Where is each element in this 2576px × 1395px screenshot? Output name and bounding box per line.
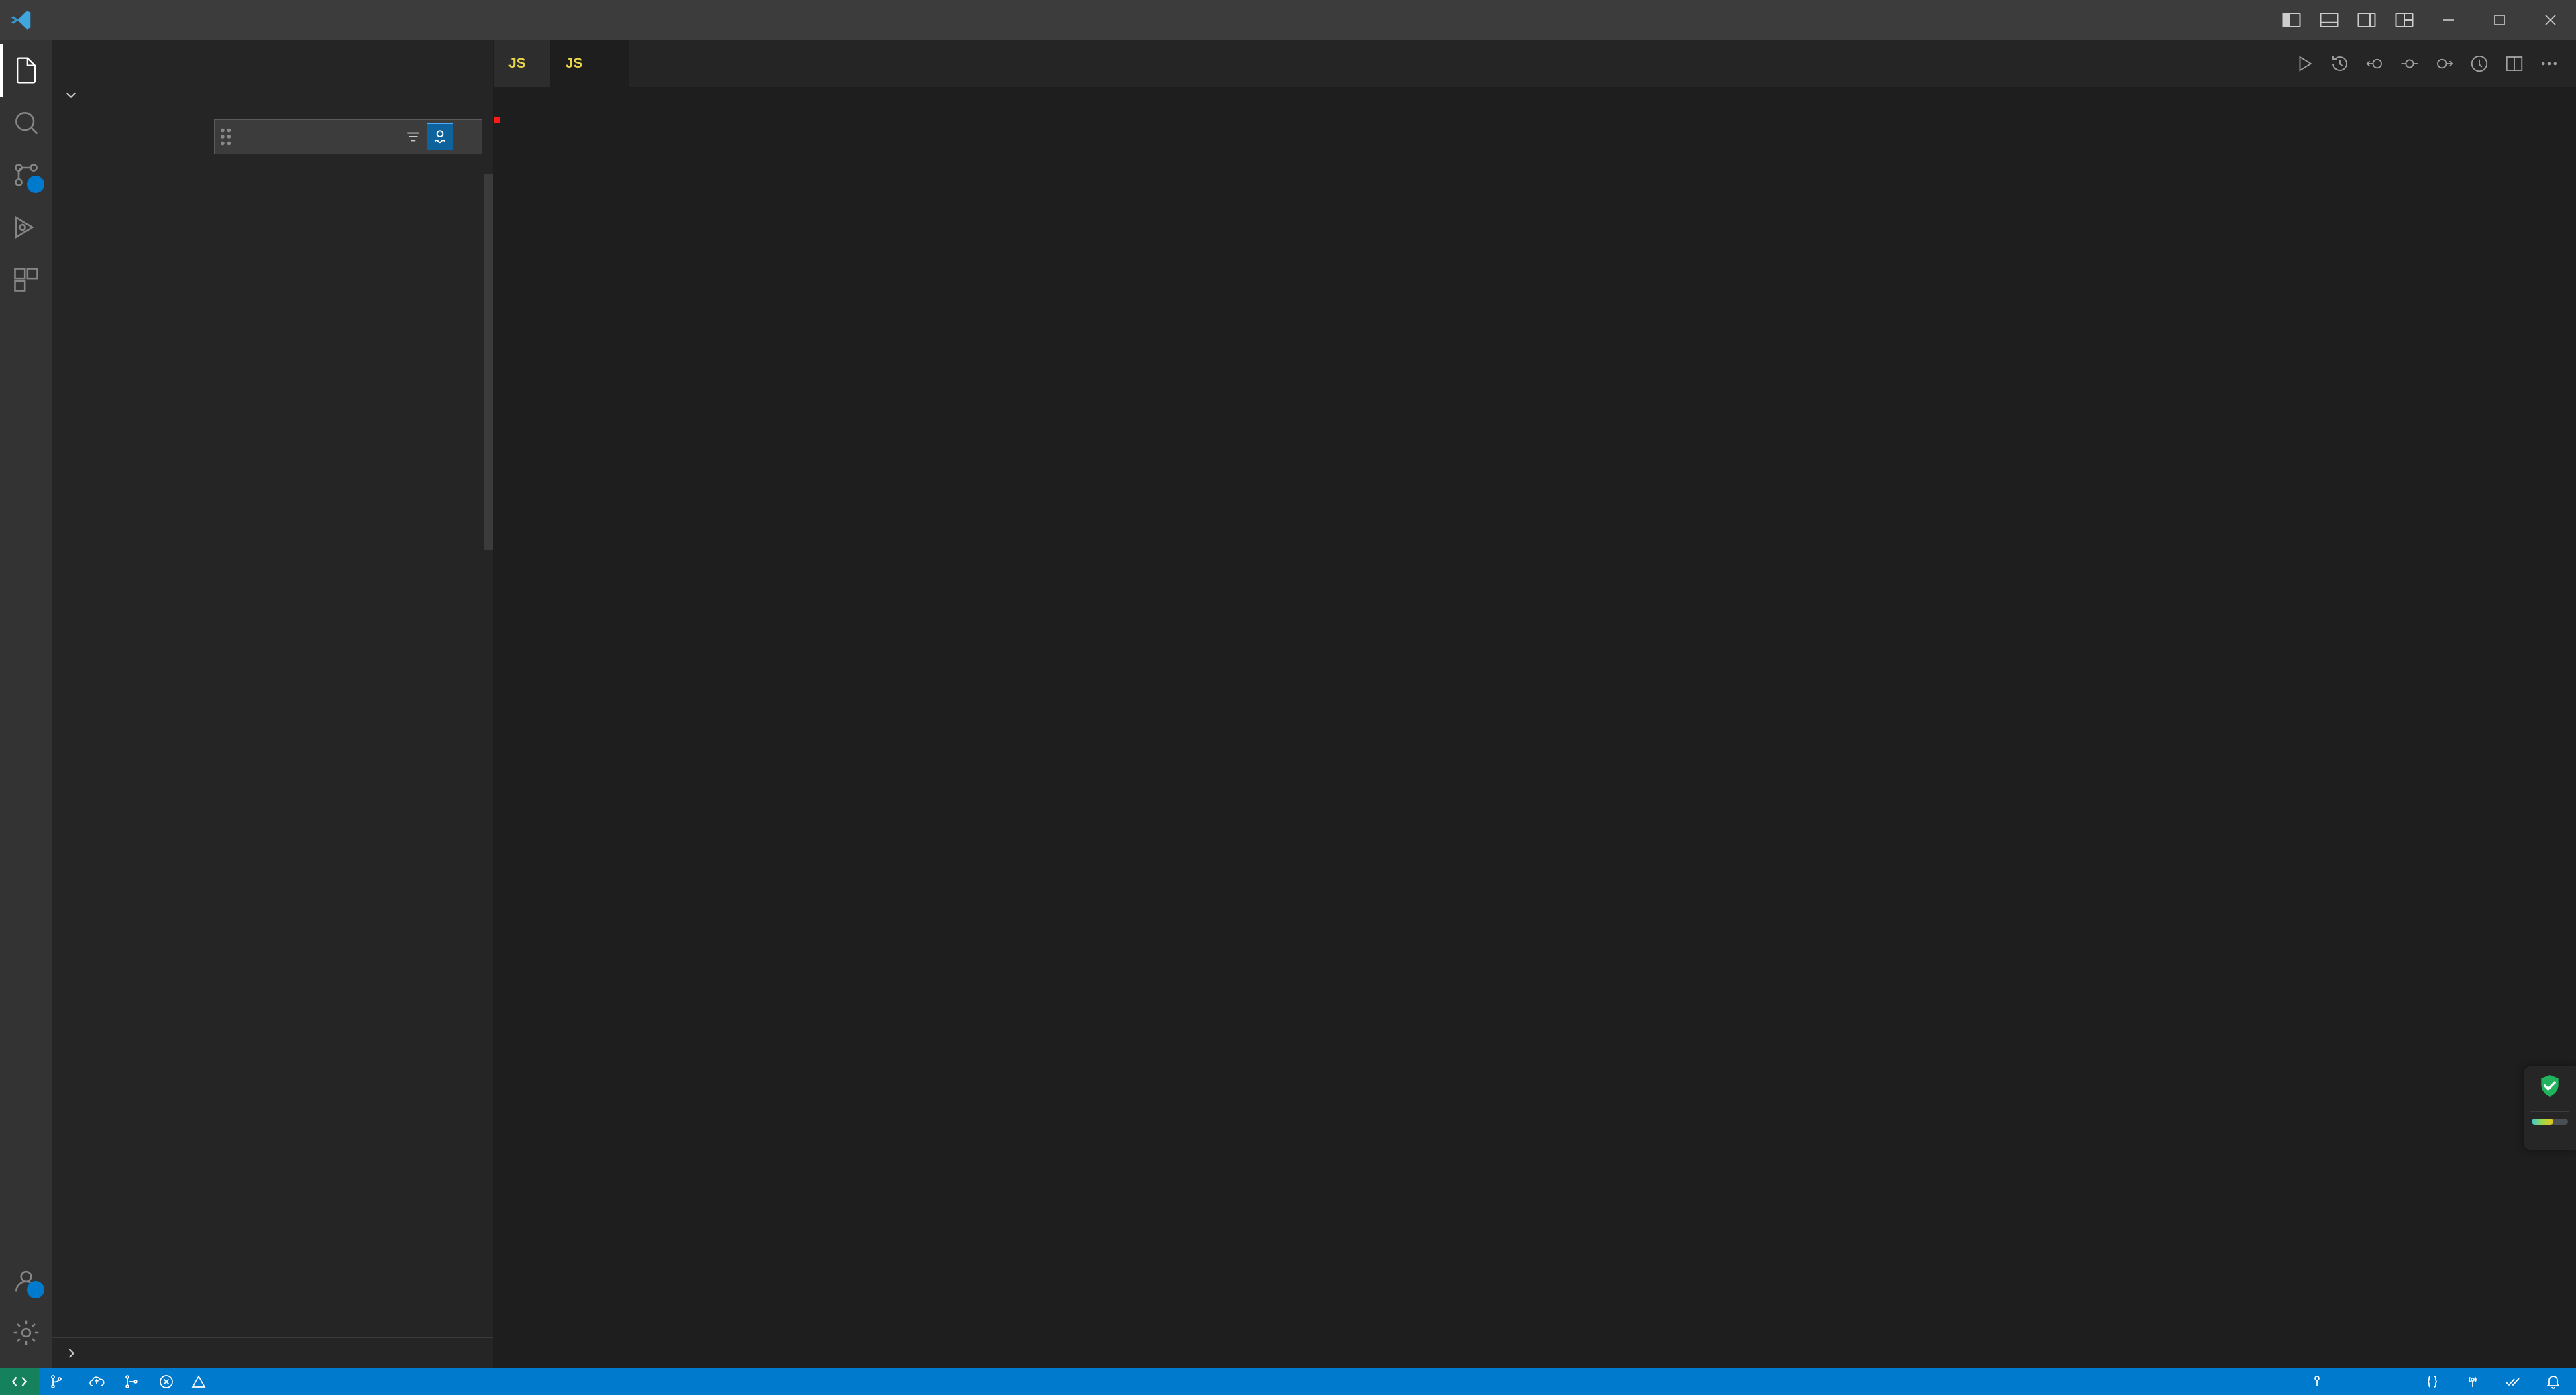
run-icon[interactable] (2288, 40, 2322, 87)
system-monitor-widget[interactable] (2524, 1066, 2576, 1150)
error-icon (160, 1375, 173, 1388)
status-bar-right (2300, 1368, 2576, 1395)
status-sync[interactable] (79, 1368, 114, 1395)
extensions-icon (14, 268, 38, 292)
status-git-blame[interactable] (2300, 1368, 2340, 1395)
fuzzy-match-icon[interactable] (427, 123, 453, 150)
status-indentation[interactable] (2359, 1368, 2377, 1395)
annotation-rectangle (494, 117, 500, 123)
workbench-body: JS JS (0, 40, 2576, 1368)
status-bar (0, 1368, 2576, 1395)
accounts-badge (27, 1281, 44, 1298)
activity-item-accounts[interactable] (0, 1254, 52, 1306)
branch-icon (51, 1375, 62, 1388)
tree-filter-input[interactable] (246, 127, 394, 146)
run-debug-icon (15, 216, 34, 239)
tree-filter-input-wrap[interactable] (240, 120, 400, 154)
tree-filter-box[interactable] (214, 119, 482, 154)
warning-icon (191, 1375, 206, 1388)
activity-bar (0, 40, 52, 1368)
status-remote-indicator[interactable] (0, 1368, 39, 1395)
editor-tab-bar: JS JS (494, 40, 2576, 87)
activity-item-run-debug[interactable] (0, 201, 52, 254)
cpu-usage-bar (2532, 1119, 2568, 1125)
go-back-icon[interactable] (2357, 40, 2392, 87)
status-git-graph[interactable] (221, 1368, 240, 1395)
activity-item-explorer[interactable] (0, 44, 52, 97)
code-editor[interactable] (494, 117, 2576, 1368)
status-branch-compare[interactable] (114, 1368, 149, 1395)
braces-icon (2427, 1376, 2438, 1388)
toggle-secondary-sidebar-icon[interactable] (2348, 0, 2385, 40)
title-bar (0, 0, 2576, 40)
tab-state-js[interactable]: JS (550, 40, 629, 87)
customize-layout-icon[interactable] (2385, 0, 2423, 40)
minimize-button[interactable] (2423, 0, 2474, 40)
overview-ruler[interactable] (2560, 117, 2576, 1368)
activity-item-settings[interactable] (0, 1306, 52, 1359)
vscode-logo-icon (0, 9, 42, 32)
close-button[interactable] (2525, 0, 2576, 40)
compare-icon[interactable] (2462, 40, 2497, 87)
explorer-root-section[interactable] (52, 80, 493, 108)
status-prettier[interactable] (2496, 1368, 2536, 1395)
editor-area: JS JS (494, 40, 2576, 1368)
gear-icon (13, 1320, 39, 1345)
history-icon[interactable] (2322, 40, 2357, 87)
monitor-divider (2530, 1111, 2569, 1112)
sidebar-scrollbar[interactable] (484, 174, 493, 550)
commit-dot-icon[interactable] (2392, 40, 2427, 87)
cloud-upload-icon (89, 1376, 105, 1386)
code-scroll-area[interactable] (494, 117, 2560, 1368)
status-cursor-position[interactable] (2340, 1368, 2359, 1395)
branch-compare-icon (125, 1375, 138, 1388)
status-encoding[interactable] (2377, 1368, 2396, 1395)
chevron-down-icon (62, 88, 80, 101)
tab-index-js[interactable]: JS (494, 40, 551, 87)
search-icon (15, 112, 38, 135)
files-icon (16, 57, 36, 84)
status-go-live[interactable] (2455, 1368, 2496, 1395)
file-tree[interactable] (52, 108, 493, 1337)
js-file-icon: JS (565, 56, 583, 71)
drag-grip-icon[interactable] (215, 124, 240, 150)
status-problems[interactable] (149, 1368, 221, 1395)
activity-item-source-control[interactable] (0, 149, 52, 201)
npm-scripts-section[interactable] (52, 1337, 493, 1368)
filter-mode-icon[interactable] (400, 123, 427, 150)
js-file-icon: JS (508, 56, 526, 71)
go-forward-icon[interactable] (2427, 40, 2462, 87)
chevron-right-icon (62, 1347, 80, 1360)
status-notifications[interactable] (2536, 1368, 2576, 1395)
shield-check-icon (2537, 1073, 2563, 1102)
toggle-panel-icon[interactable] (2310, 0, 2348, 40)
check-check-icon (2506, 1378, 2520, 1386)
sidebar-header (52, 40, 493, 80)
broadcast-icon (2469, 1376, 2477, 1387)
layout-controls[interactable] (2273, 0, 2423, 40)
remote-icon (11, 1376, 28, 1387)
title-bar-right (2273, 0, 2576, 40)
person-icon (2314, 1376, 2320, 1386)
side-bar (52, 40, 494, 1368)
split-editor-icon[interactable] (2497, 40, 2532, 87)
activity-item-extensions[interactable] (0, 254, 52, 306)
bell-icon (2546, 1376, 2561, 1389)
maximize-button[interactable] (2474, 0, 2525, 40)
activity-item-search[interactable] (0, 97, 52, 149)
status-eol[interactable] (2396, 1368, 2415, 1395)
status-language-mode[interactable] (2415, 1368, 2455, 1395)
more-actions-icon[interactable] (2532, 40, 2567, 87)
editor-actions (2288, 40, 2576, 87)
toggle-primary-sidebar-icon[interactable] (2273, 0, 2310, 40)
source-control-badge (27, 176, 44, 193)
status-branch[interactable] (39, 1368, 79, 1395)
vscode-window: JS JS (0, 0, 2576, 1395)
breadcrumb[interactable] (494, 87, 2576, 117)
